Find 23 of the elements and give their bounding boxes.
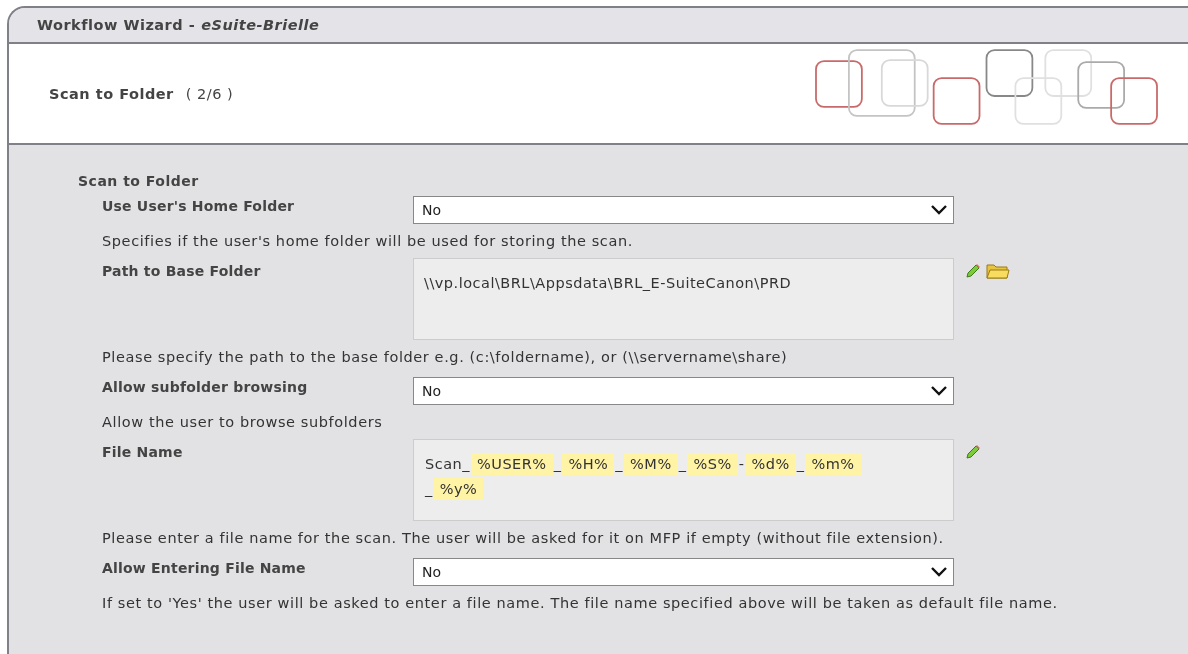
pencil-icon[interactable]	[964, 262, 982, 280]
select-field[interactable]: No	[413, 558, 954, 586]
select-field[interactable]: No	[413, 377, 954, 405]
help-text: Allow the user to browse subfolders	[102, 414, 384, 430]
field-label: Use User's Home Folder	[102, 197, 296, 214]
help-text: Specifies if the user's home folder will be used for storing the scan.	[102, 233, 634, 249]
step-title: Scan to Folder	[49, 86, 174, 102]
folder-icon[interactable]	[986, 262, 1010, 280]
section-title: Scan to Folder	[78, 173, 200, 189]
field-label: Allow subfolder browsing	[102, 378, 309, 395]
field-label: Path to Base Folder	[102, 262, 262, 279]
step-counter: ( 2/6 )	[185, 86, 234, 102]
field-label: Allow Entering File Name	[102, 559, 307, 576]
help-text: If set to 'Yes' the user will be asked to enter a file name. The file name specified above will be taken as default file name.	[102, 595, 1059, 611]
help-text: Please enter a file name for the scan. The user will be asked for it on MFP if empty (without file extension).	[102, 530, 945, 546]
select-field[interactable]: No	[413, 196, 954, 224]
window-title: Workflow Wizard -	[37, 17, 196, 33]
pencil-icon[interactable]	[964, 443, 982, 461]
text-area[interactable]: Scan_ %USER% _ %H% _ %M% _ %S% - %d% _ %m% _ %y%	[413, 439, 954, 521]
help-text: Please specify the path to the base folder e.g. (c:\foldername), or (\\servername\share)	[102, 349, 789, 365]
field-label: File Name	[102, 443, 184, 460]
text-area[interactable]: \\vp.local\BRL\Appsdata\BRL_E-SuiteCanon\PRD	[413, 258, 954, 340]
window-subtitle: eSuite-Brielle	[201, 17, 320, 33]
